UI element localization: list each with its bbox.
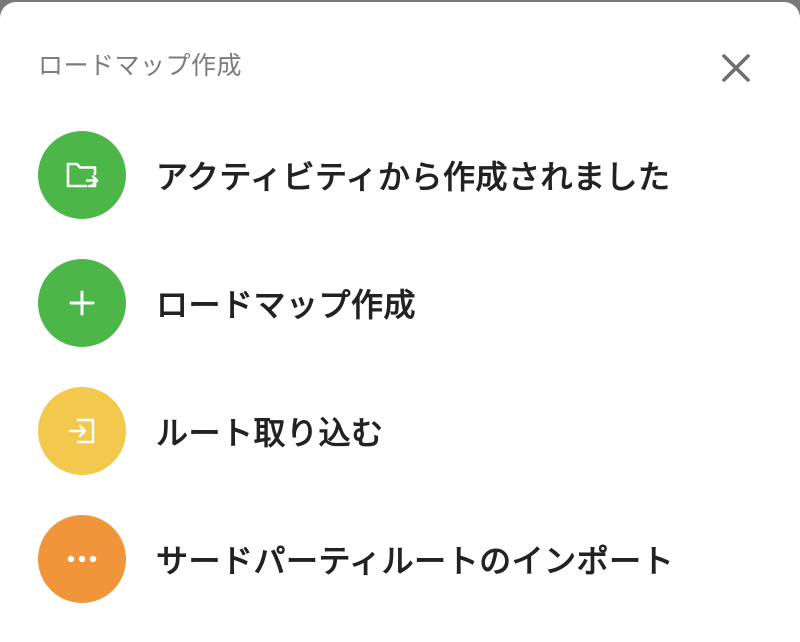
folder-export-icon: [66, 162, 99, 188]
import-icon: [68, 418, 95, 444]
menu-item-import-route[interactable]: ルート取り込む: [38, 387, 778, 475]
plus-icon: [69, 290, 95, 316]
menu-icon-circle: [38, 131, 126, 219]
menu-item-create-from-activity[interactable]: アクティビティから作成されました: [38, 131, 778, 219]
close-icon: [722, 54, 750, 82]
menu-item-import-third-party-route[interactable]: サードパーティルートのインポート: [38, 515, 778, 603]
menu-item-label: ルート取り込む: [156, 414, 384, 452]
menu-item-label: サードパーティルートのインポート: [156, 542, 675, 580]
menu-icon-circle: [38, 515, 126, 603]
sheet-title: ロードマップ作成: [38, 51, 243, 80]
menu-item-create-roadmap[interactable]: ロードマップ作成: [38, 259, 778, 347]
menu-icon-circle: [38, 259, 126, 347]
bottom-sheet: ロードマップ作成 アクティビティから作成されました ロードマップ作成 ルート取り…: [0, 2, 800, 642]
close-button[interactable]: [712, 46, 760, 90]
menu-icon-circle: [38, 387, 126, 475]
menu-item-label: ロードマップ作成: [156, 286, 417, 324]
more-icon: [67, 555, 97, 563]
menu-item-label: アクティビティから作成されました: [156, 158, 671, 196]
